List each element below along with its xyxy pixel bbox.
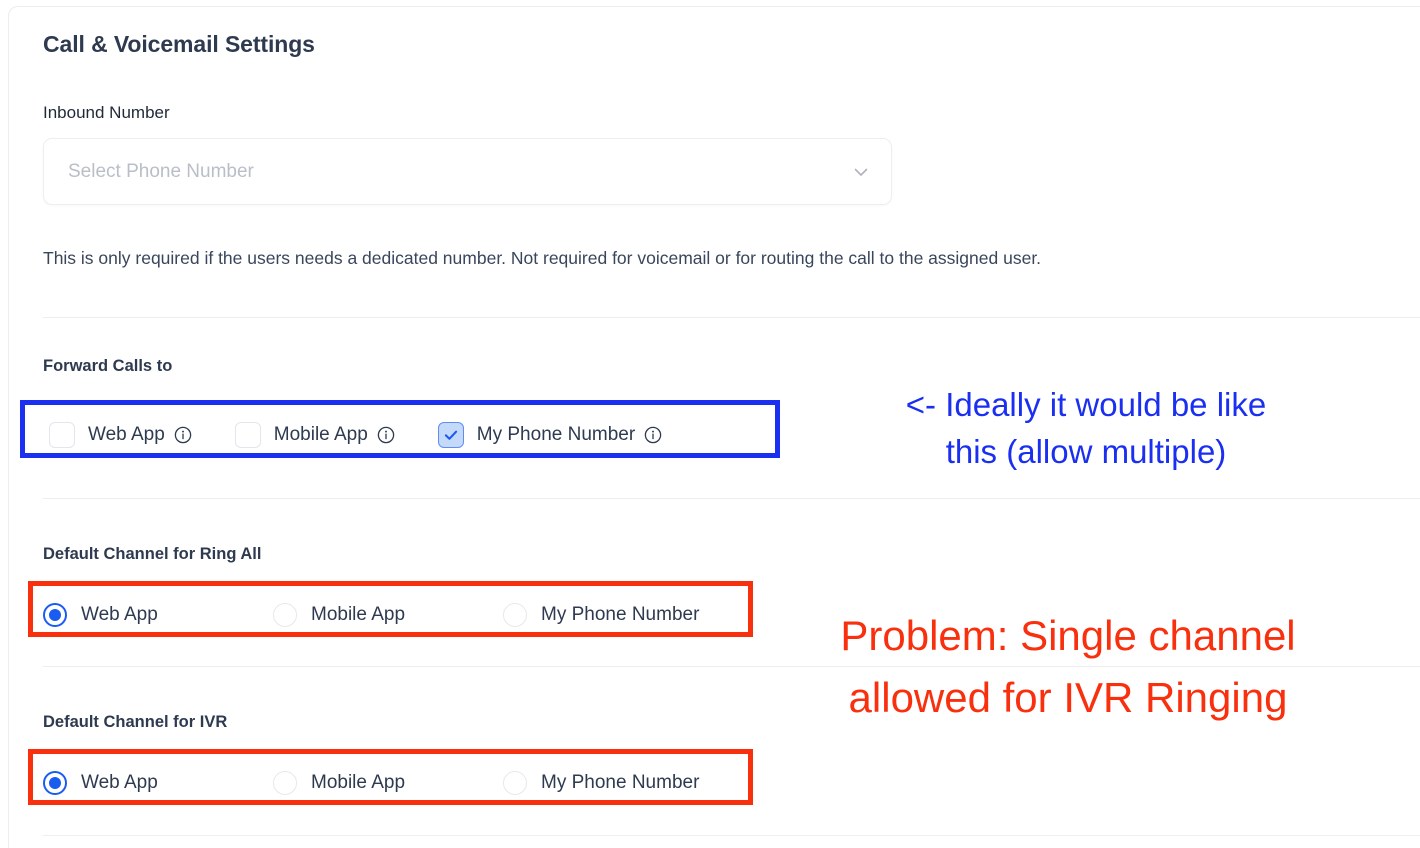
radio-option-ivr-mobile-app[interactable]: Mobile App <box>273 771 503 795</box>
radio-ring-all-mobile-app[interactable] <box>273 603 297 627</box>
ring-all-options: Web App Mobile App My Phone Number <box>29 587 754 643</box>
checkbox-option-mobile-app[interactable]: Mobile App <box>234 422 395 448</box>
ivr-options: Web App Mobile App My Phone Number <box>29 755 754 811</box>
forward-calls-label: Forward Calls to <box>43 357 173 375</box>
checkbox-web-app[interactable] <box>49 422 75 448</box>
info-icon[interactable] <box>174 426 192 444</box>
checkbox-mobile-app[interactable] <box>234 422 261 448</box>
annotation-note-blue: <- Ideally it would be like this (allow … <box>905 386 1267 470</box>
divider-4 <box>43 835 1420 836</box>
checkbox-label-my-phone-number: My Phone Number <box>476 424 636 445</box>
radio-option-ivr-my-phone-number[interactable]: My Phone Number <box>503 771 699 795</box>
inbound-number-select[interactable]: Select Phone Number <box>43 138 892 205</box>
divider-1 <box>43 317 1420 318</box>
ring-all-label: Default Channel for Ring All <box>43 545 262 563</box>
info-icon[interactable] <box>644 426 662 444</box>
inbound-number-placeholder: Select Phone Number <box>68 160 254 182</box>
annotation-note-red: Problem: Single channel allowed for IVR … <box>840 612 1296 721</box>
screenshot-root: Call & Voicemail Settings Inbound Number… <box>0 0 1420 848</box>
radio-label-ring-all-web-app: Web App <box>81 604 158 625</box>
radio-option-ring-all-my-phone-number[interactable]: My Phone Number <box>503 603 699 627</box>
radio-label-ring-all-my-phone-number: My Phone Number <box>541 604 700 625</box>
checkbox-my-phone-number[interactable] <box>437 422 464 448</box>
inbound-number-helper-text: This is only required if the users needs… <box>43 248 1042 268</box>
info-icon[interactable] <box>377 426 395 444</box>
inbound-number-label: Inbound Number <box>43 103 170 122</box>
radio-option-ring-all-mobile-app[interactable]: Mobile App <box>273 603 503 627</box>
divider-2 <box>43 498 1420 499</box>
radio-option-ring-all-web-app[interactable]: Web App <box>43 603 273 627</box>
checkbox-option-web-app[interactable]: Web App <box>49 422 192 448</box>
radio-ivr-mobile-app[interactable] <box>273 771 297 795</box>
radio-ring-all-web-app[interactable] <box>43 603 67 627</box>
checkbox-label-mobile-app: Mobile App <box>273 424 368 445</box>
radio-label-ivr-mobile-app: Mobile App <box>311 772 406 793</box>
radio-label-ring-all-mobile-app: Mobile App <box>311 604 406 625</box>
forward-calls-options: Web App Mobile App My Phone Number <box>35 409 799 461</box>
chevron-down-icon <box>851 162 871 182</box>
page-title: Call & Voicemail Settings <box>43 31 315 57</box>
radio-ivr-my-phone-number[interactable] <box>503 771 527 795</box>
checkbox-option-my-phone-number[interactable]: My Phone Number <box>437 422 662 448</box>
radio-label-ivr-web-app: Web App <box>81 772 158 793</box>
radio-option-ivr-web-app[interactable]: Web App <box>43 771 273 795</box>
radio-ivr-web-app[interactable] <box>43 771 67 795</box>
checkbox-label-web-app: Web App <box>88 424 165 445</box>
radio-ring-all-my-phone-number[interactable] <box>503 603 527 627</box>
ivr-label: Default Channel for IVR <box>43 713 228 731</box>
radio-label-ivr-my-phone-number: My Phone Number <box>541 772 700 793</box>
